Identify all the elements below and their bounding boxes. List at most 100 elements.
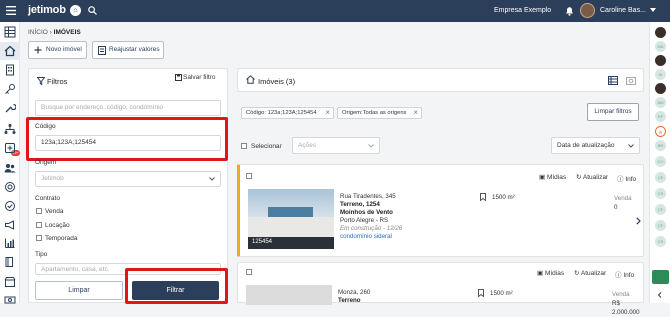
user-avatar[interactable] bbox=[580, 3, 595, 18]
contact-avatar[interactable] bbox=[655, 83, 666, 94]
breadcrumb-home[interactable]: INÍCIO bbox=[28, 29, 48, 36]
sale-checkbox[interactable] bbox=[36, 208, 42, 214]
grid-icon[interactable] bbox=[4, 26, 16, 38]
map-view-icon[interactable] bbox=[626, 76, 636, 85]
user-name[interactable]: Caroline Bas... bbox=[600, 7, 646, 14]
properties-header: Imóveis (3) bbox=[237, 68, 644, 92]
breadcrumb-current: IMÓVEIS bbox=[53, 29, 81, 36]
filter-chip-code[interactable]: Código: 123a;123A;125454 × bbox=[241, 107, 334, 119]
top-bar: jetimob ⌂ Empresa Exemplo Caroline Bas..… bbox=[0, 0, 670, 22]
contact-avatar[interactable]: BR bbox=[655, 140, 666, 151]
chart-icon[interactable] bbox=[4, 237, 16, 249]
book-icon[interactable] bbox=[4, 256, 16, 268]
megaphone-icon[interactable] bbox=[4, 219, 16, 231]
target-icon[interactable] bbox=[4, 181, 16, 193]
search-input[interactable]: Busque por endereço, código, condomínio bbox=[35, 100, 221, 116]
property-checkbox[interactable] bbox=[246, 173, 252, 179]
property-details: Rua Tiradentes, 345 Terreno, 1254 Moinho… bbox=[340, 193, 403, 241]
contact-avatar[interactable]: CS bbox=[655, 236, 666, 247]
highlight-box bbox=[125, 268, 228, 304]
check-circle-icon[interactable] bbox=[4, 200, 16, 212]
logo-mark-icon: ⌂ bbox=[70, 5, 81, 16]
chat-widget-button[interactable] bbox=[652, 270, 669, 284]
clear-filters-button[interactable]: Limpar filtros bbox=[587, 103, 639, 121]
contact-avatar[interactable] bbox=[655, 55, 666, 66]
clear-button[interactable]: Limpar bbox=[35, 281, 123, 300]
money-icon[interactable] bbox=[4, 294, 16, 306]
contact-avatar[interactable]: MA bbox=[655, 41, 666, 52]
contact-avatar[interactable]: AI bbox=[655, 69, 666, 80]
contact-avatar[interactable] bbox=[655, 27, 666, 38]
filter-icon bbox=[37, 77, 45, 85]
new-property-button[interactable]: Novo imóvel bbox=[28, 41, 87, 59]
rent-checkbox[interactable] bbox=[36, 222, 42, 228]
property-card[interactable]: ▣ Mídias ↻ Atualizar ⓘ Info Monza, 260 T… bbox=[237, 262, 644, 316]
close-icon[interactable]: × bbox=[325, 108, 330, 118]
save-filter-button[interactable]: Salvar filtro bbox=[175, 74, 216, 81]
property-checkbox[interactable] bbox=[246, 269, 252, 275]
season-option-label: Temporada bbox=[45, 235, 78, 242]
info-button[interactable]: ⓘ Info bbox=[617, 173, 636, 183]
contact-avatar[interactable]: RF bbox=[655, 111, 666, 122]
bookmark-icon[interactable] bbox=[478, 289, 484, 297]
type-label: Tipo bbox=[35, 251, 48, 258]
collapse-chevron-icon[interactable] bbox=[657, 292, 663, 298]
chevron-down-icon bbox=[628, 144, 634, 148]
property-card[interactable]: ▣ Mídias ↻ Atualizar ⓘ Info 125454 Rua T… bbox=[237, 164, 644, 257]
chevron-right-icon[interactable] bbox=[636, 217, 641, 225]
filter-chip-origin[interactable]: Origem:Todas as origens × bbox=[337, 107, 422, 119]
rent-option-label: Locação bbox=[45, 222, 70, 229]
company-name[interactable]: Empresa Exemplo bbox=[494, 7, 551, 14]
filters-panel: Filtros Salvar filtro Busque por endereç… bbox=[26, 68, 228, 304]
network-icon[interactable] bbox=[4, 123, 16, 135]
contact-avatar[interactable]: CE bbox=[655, 172, 666, 183]
contact-avatar[interactable]: AM bbox=[655, 97, 666, 108]
property-area: 1500 m² bbox=[490, 290, 513, 297]
adjust-values-button[interactable]: Reajustar valores bbox=[92, 41, 164, 59]
properties-title: Imóveis (3) bbox=[258, 77, 296, 86]
hubspot-icon[interactable]: ⚙ bbox=[655, 126, 666, 137]
condo-link[interactable]: condomínio sideral bbox=[340, 233, 402, 241]
contact-avatar[interactable]: CS bbox=[655, 188, 666, 199]
chevron-down-icon[interactable] bbox=[650, 8, 656, 12]
property-photo[interactable] bbox=[246, 285, 332, 305]
right-contacts-bar: MA AI AM RF ⚙ BR CO CE CS CF CF CS bbox=[649, 22, 670, 303]
home-icon[interactable] bbox=[0, 42, 20, 60]
contact-avatar[interactable]: CF bbox=[655, 204, 666, 215]
update-button[interactable]: ↻ Atualizar bbox=[576, 173, 608, 181]
list-view-icon[interactable] bbox=[608, 76, 618, 85]
tools-icon[interactable] bbox=[4, 102, 16, 114]
key-icon[interactable] bbox=[4, 83, 16, 95]
bell-icon[interactable] bbox=[565, 6, 574, 16]
funnel-icon[interactable] bbox=[4, 142, 16, 154]
origin-select[interactable]: Jetimob bbox=[35, 171, 221, 187]
sort-select[interactable]: Data de atualização bbox=[551, 137, 640, 154]
left-sidebar: 99+ bbox=[0, 22, 20, 306]
select-label: Selecionar bbox=[251, 143, 282, 150]
property-code: 125454 bbox=[252, 239, 273, 245]
media-button[interactable]: ▣ Mídias bbox=[537, 269, 564, 277]
close-icon[interactable]: × bbox=[413, 108, 418, 118]
info-button[interactable]: ⓘ Info bbox=[615, 269, 634, 279]
app-logo[interactable]: jetimob bbox=[28, 4, 66, 16]
season-checkbox[interactable] bbox=[36, 235, 42, 241]
storefront-icon[interactable] bbox=[4, 276, 16, 288]
highlight-box bbox=[26, 117, 228, 161]
media-button[interactable]: ▣ Mídias bbox=[539, 173, 566, 181]
select-all-checkbox[interactable] bbox=[241, 143, 247, 149]
property-photo[interactable]: 125454 bbox=[248, 189, 334, 249]
building-icon[interactable] bbox=[4, 64, 16, 76]
contact-avatar[interactable]: CF bbox=[655, 220, 666, 231]
contract-label: Contrato bbox=[35, 195, 60, 202]
contact-avatar[interactable]: CO bbox=[655, 156, 666, 167]
update-button[interactable]: ↻ Atualizar bbox=[574, 269, 606, 277]
property-area: 1500 m² bbox=[492, 194, 515, 201]
actions-select[interactable]: Ações bbox=[292, 137, 380, 154]
chevron-down-icon bbox=[209, 177, 215, 181]
chevron-down-icon bbox=[368, 144, 374, 148]
hamburger-menu-icon[interactable] bbox=[6, 6, 16, 15]
users-icon[interactable] bbox=[4, 162, 16, 174]
bookmark-icon[interactable] bbox=[480, 193, 486, 201]
search-icon[interactable] bbox=[88, 6, 97, 15]
property-price: Venda 0 bbox=[614, 195, 632, 211]
